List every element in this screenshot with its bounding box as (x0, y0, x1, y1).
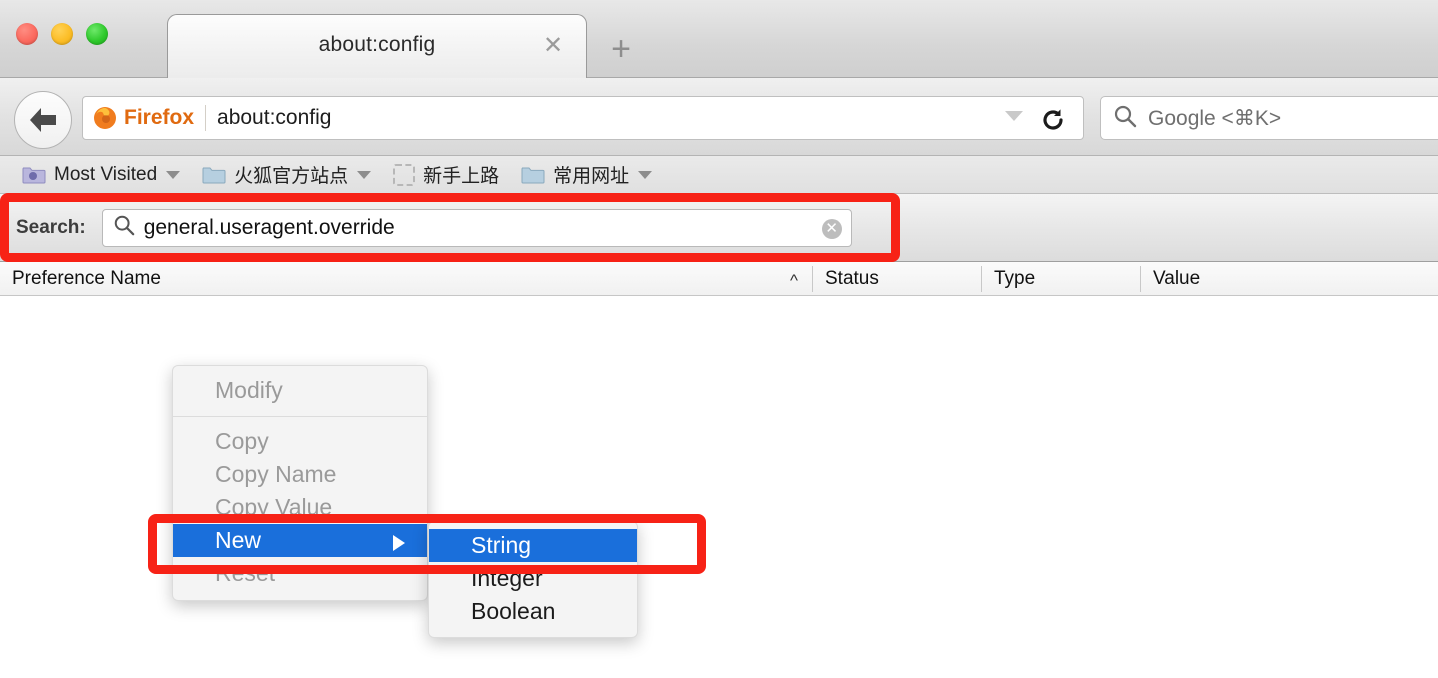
context-menu-separator (173, 416, 427, 417)
column-header-status[interactable]: Status (813, 262, 981, 296)
context-menu-item-copy-name[interactable]: Copy Name (173, 458, 427, 491)
column-header-type[interactable]: Type (982, 262, 1140, 296)
bookmark-label: 常用网址 (553, 166, 630, 187)
context-menu: Modify Copy Copy Name Copy Value New Res… (172, 365, 428, 601)
clear-search-icon[interactable]: ✕ (821, 218, 842, 239)
column-header-preference-name[interactable]: Preference Name ^ (0, 262, 812, 296)
column-label: Preference Name (12, 268, 161, 289)
chevron-down-icon[interactable] (166, 170, 181, 179)
folder-star-icon (22, 165, 46, 184)
submenu-item-string[interactable]: String (429, 529, 637, 562)
bookmarks-bar: Most Visited 火狐官方站点 新手上路 常用网址 (0, 156, 1438, 194)
preferences-table-header: Preference Name ^ Status Type Value (0, 262, 1438, 296)
chevron-down-icon[interactable] (638, 170, 653, 179)
bookmark-label: 火狐官方站点 (234, 166, 349, 187)
config-search-row: Search: general.useragent.override ✕ (0, 194, 1438, 262)
address-bar[interactable]: Firefox about:config (82, 96, 1084, 140)
context-menu-item-copy-value[interactable]: Copy Value (173, 491, 427, 524)
folder-icon (521, 165, 545, 184)
submenu-item-boolean[interactable]: Boolean (429, 595, 637, 628)
bookmark-label: Most Visited (54, 163, 158, 185)
search-icon (113, 214, 135, 241)
folder-icon (202, 165, 226, 184)
config-search-value: general.useragent.override (143, 215, 395, 239)
browser-tab[interactable]: about:config ✕ (167, 14, 587, 78)
context-menu-item-new[interactable]: New (173, 524, 427, 557)
config-search-input[interactable]: general.useragent.override ✕ (101, 208, 852, 247)
browser-search-box[interactable]: Google <⌘K> (1100, 96, 1438, 140)
minimize-window-button[interactable] (51, 23, 73, 45)
search-icon (1113, 104, 1137, 133)
bookmark-changyong-wangzhi[interactable]: 常用网址 (521, 161, 653, 188)
context-menu-item-modify[interactable]: Modify (173, 374, 427, 407)
url-divider (205, 105, 207, 131)
column-label: Value (1153, 268, 1201, 289)
browser-search-placeholder: Google <⌘K> (1148, 106, 1282, 130)
zoom-window-button[interactable] (86, 23, 108, 45)
column-header-value[interactable]: Value (1141, 262, 1438, 296)
folder-dashed-icon (393, 163, 416, 186)
reload-icon[interactable] (1039, 106, 1067, 134)
config-search-label: Search: (16, 216, 86, 238)
tab-title: about:config (318, 33, 436, 56)
new-pref-submenu: String Integer Boolean (428, 521, 638, 638)
new-tab-icon[interactable]: + (604, 32, 638, 68)
submenu-arrow-icon (393, 535, 405, 551)
firefox-logo-icon (93, 106, 117, 130)
bookmark-huohu-official[interactable]: 火狐官方站点 (202, 161, 372, 188)
bookmark-xinshou-shanglu[interactable]: 新手上路 (393, 161, 499, 188)
close-tab-icon[interactable]: ✕ (542, 34, 564, 58)
context-menu-item-copy[interactable]: Copy (173, 425, 427, 458)
brand-label: Firefox (124, 106, 195, 129)
close-window-button[interactable] (16, 23, 38, 45)
column-label: Status (825, 268, 879, 289)
url-text: about:config (217, 106, 332, 129)
bookmark-label: 新手上路 (423, 166, 500, 187)
browser-window: about:config ✕ + Firefox about:config Go… (0, 0, 1438, 678)
sort-ascending-icon: ^ (790, 271, 798, 290)
context-menu-item-label: New (215, 527, 262, 553)
context-menu-item-reset[interactable]: Reset (173, 557, 427, 590)
column-label: Type (994, 268, 1036, 289)
submenu-item-integer[interactable]: Integer (429, 562, 637, 595)
window-controls (16, 23, 108, 45)
bookmark-most-visited[interactable]: Most Visited (22, 163, 181, 186)
tab-bar: about:config ✕ + (0, 0, 1438, 78)
chevron-down-icon[interactable] (357, 170, 372, 179)
back-button[interactable] (14, 91, 72, 149)
chevron-down-icon[interactable] (1005, 111, 1023, 121)
